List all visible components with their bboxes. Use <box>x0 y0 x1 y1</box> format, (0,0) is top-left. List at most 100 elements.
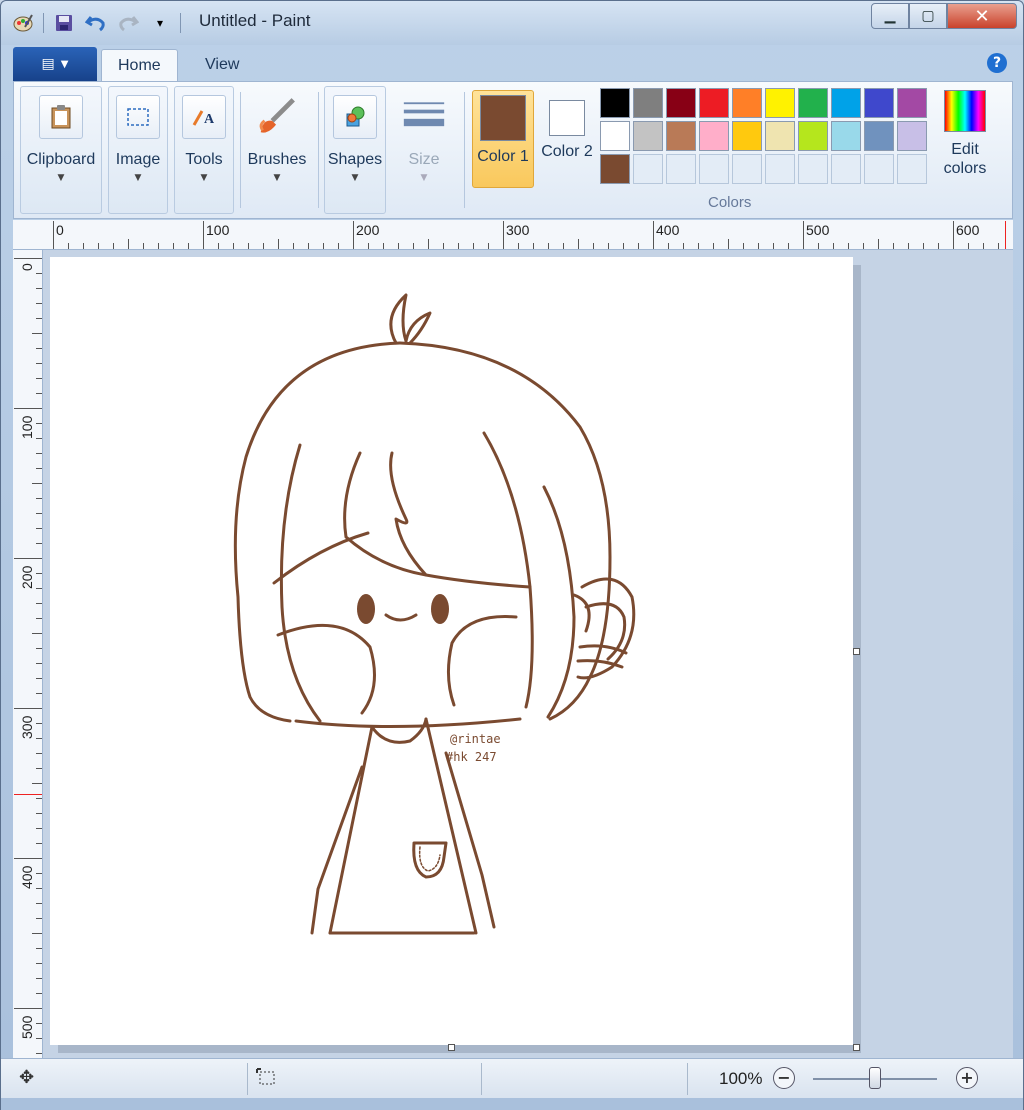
palette-color-10[interactable] <box>600 121 630 151</box>
palette-color-2[interactable] <box>666 88 696 118</box>
ruler-tick <box>563 243 564 249</box>
palette-color-1[interactable] <box>633 88 663 118</box>
canvas-workarea[interactable]: @rintae #hk 247 <box>43 250 1013 1058</box>
tab-view[interactable]: View <box>189 49 255 81</box>
tools-button[interactable]: A Tools ▼ <box>174 86 234 214</box>
chevron-down-icon: ▼ <box>200 173 208 183</box>
zoom-in-button[interactable]: + <box>956 1067 978 1089</box>
palette-color-0[interactable] <box>600 88 630 118</box>
zoom-out-button[interactable]: − <box>773 1067 795 1089</box>
minus-icon: − <box>777 1068 791 1087</box>
tab-home[interactable]: Home <box>101 49 178 81</box>
palette-color-16[interactable] <box>798 121 828 151</box>
ruler-tick <box>743 243 744 249</box>
maximize-button[interactable]: ▢ <box>909 3 947 29</box>
palette-color-14[interactable] <box>732 121 762 151</box>
shapes-button[interactable]: Shapes ▼ <box>324 86 386 214</box>
clipboard-icon <box>39 95 83 139</box>
vertical-ruler: 0 100 200 300 400 500 <box>13 250 43 1058</box>
palette-color-5[interactable] <box>765 88 795 118</box>
palette-color-19[interactable] <box>897 121 927 151</box>
palette-color-24[interactable] <box>732 154 762 184</box>
ruler-tick <box>36 573 42 574</box>
ruler-tick <box>293 243 294 249</box>
ruler-tick <box>36 468 42 469</box>
ruler-tick <box>218 243 219 249</box>
undo-icon[interactable] <box>84 11 108 35</box>
palette-color-20[interactable] <box>600 154 630 184</box>
palette-color-15[interactable] <box>765 121 795 151</box>
palette-color-22[interactable] <box>666 154 696 184</box>
close-button[interactable]: ✕ <box>947 3 1017 29</box>
ruler-tick <box>36 828 42 829</box>
ruler-tick <box>773 243 774 249</box>
paint-app-icon[interactable] <box>11 11 35 35</box>
palette-color-4[interactable] <box>732 88 762 118</box>
palette-color-26[interactable] <box>798 154 828 184</box>
paint-menu-button[interactable]: ▤ ▼ <box>13 47 97 81</box>
palette-color-29[interactable] <box>897 154 927 184</box>
palette-color-13[interactable] <box>699 121 729 151</box>
ruler-tick <box>36 543 42 544</box>
save-icon[interactable] <box>52 11 76 35</box>
drawing-canvas[interactable]: @rintae #hk 247 <box>50 257 853 1045</box>
palette-color-11[interactable] <box>633 121 663 151</box>
ruler-top-label: 600 <box>956 222 980 238</box>
palette-color-7[interactable] <box>831 88 861 118</box>
ruler-tick <box>36 288 42 289</box>
ruler-tick <box>36 618 42 619</box>
palette-color-12[interactable] <box>666 121 696 151</box>
ruler-tick <box>908 243 909 249</box>
palette-color-27[interactable] <box>831 154 861 184</box>
chevron-down-icon: ▼ <box>57 173 65 183</box>
color2-label: Color 2 <box>541 143 593 160</box>
ruler-top-label: 100 <box>206 222 230 238</box>
brushes-button[interactable]: Brushes ▼ <box>242 86 312 214</box>
help-icon[interactable]: ? <box>987 53 1007 73</box>
ruler-tick <box>833 243 834 249</box>
resize-handle-right[interactable] <box>853 648 860 655</box>
clipboard-label: Clipboard <box>26 151 96 168</box>
svg-text:A: A <box>204 112 215 127</box>
ruler-tick <box>36 873 42 874</box>
palette-color-25[interactable] <box>765 154 795 184</box>
palette-color-3[interactable] <box>699 88 729 118</box>
ruler-tick <box>83 243 84 249</box>
ribbon-separator <box>240 92 241 208</box>
ruler-tick <box>878 239 879 249</box>
palette-color-28[interactable] <box>864 154 894 184</box>
minimize-button[interactable]: ▁ <box>871 3 909 29</box>
redo-icon[interactable] <box>116 11 140 35</box>
ruler-tick <box>638 243 639 249</box>
ruler-tick <box>278 239 279 249</box>
ruler-left-label: 500 <box>19 1015 35 1039</box>
color2-button[interactable]: Color 2 <box>536 90 598 188</box>
clipboard-button[interactable]: Clipboard ▼ <box>20 86 102 214</box>
ruler-tick <box>32 633 42 634</box>
image-button[interactable]: Image ▼ <box>108 86 168 214</box>
palette-color-17[interactable] <box>831 121 861 151</box>
ruler-tick <box>36 588 42 589</box>
ruler-left-label: 100 <box>19 415 35 439</box>
resize-handle-bottom[interactable] <box>448 1044 455 1051</box>
resize-handle-corner[interactable] <box>853 1044 860 1051</box>
palette-color-8[interactable] <box>864 88 894 118</box>
ruler-tick <box>413 243 414 249</box>
palette-color-18[interactable] <box>864 121 894 151</box>
palette-color-6[interactable] <box>798 88 828 118</box>
ruler-tick <box>36 318 42 319</box>
select-icon <box>116 95 160 139</box>
ruler-tick <box>758 243 759 249</box>
palette-color-21[interactable] <box>633 154 663 184</box>
ruler-tick <box>263 243 264 249</box>
customize-qat-icon[interactable]: ▾ <box>148 11 172 35</box>
ruler-tick <box>36 813 42 814</box>
ruler-tick <box>338 243 339 249</box>
color1-button[interactable]: Color 1 <box>472 90 534 188</box>
palette-color-9[interactable] <box>897 88 927 118</box>
palette-color-23[interactable] <box>699 154 729 184</box>
edit-colors-button[interactable]: Edit colors <box>932 90 998 178</box>
ruler-tick <box>36 273 42 274</box>
zoom-slider-thumb[interactable] <box>869 1067 881 1089</box>
ruler-tick <box>308 243 309 249</box>
